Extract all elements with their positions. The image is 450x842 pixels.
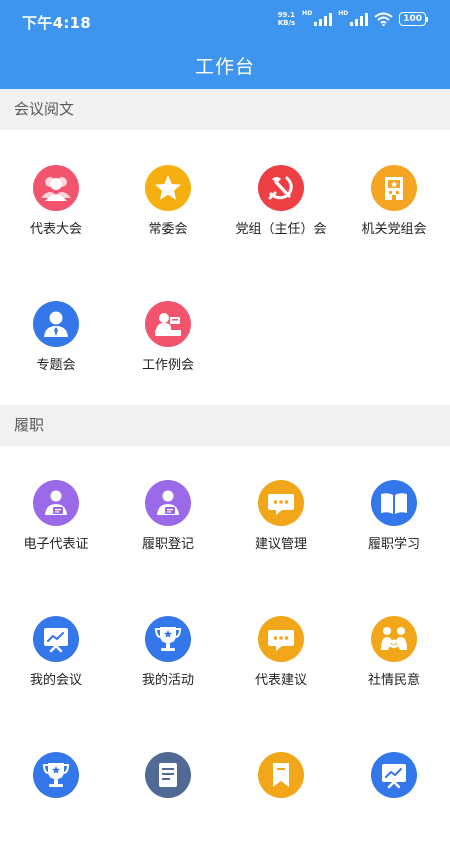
tile-label: 机关党组会 <box>361 222 427 237</box>
document-icon <box>145 752 191 798</box>
tile-label: 社情民意 <box>367 673 420 688</box>
screen-chart-icon <box>33 616 79 662</box>
tile-public-opinion[interactable]: 社情民意 <box>338 616 450 706</box>
tile-my-activities[interactable]: 我的活动 <box>112 616 224 706</box>
presenter-icon <box>145 301 191 347</box>
section-header-meetings: 会议阅文 <box>0 89 450 130</box>
status-icons: 99.1 KB/s HD HD 100 <box>278 9 428 27</box>
hd-badge: HD <box>302 9 313 17</box>
tile-representative-suggestions[interactable]: 代表建议 <box>225 616 337 706</box>
tile-label: 建议管理 <box>254 537 307 552</box>
tile-label: 专题会 <box>36 358 76 373</box>
chat-bubble-icon <box>258 480 304 526</box>
person-tie-icon <box>33 301 79 347</box>
tile-duty-learning[interactable]: 履职学习 <box>338 480 450 570</box>
building-icon <box>371 165 417 211</box>
people-icon <box>33 165 79 211</box>
tile-row3-bookmark[interactable] <box>225 752 337 842</box>
tile-row3-trophy[interactable] <box>0 752 112 842</box>
tile-suggestion-management[interactable]: 建议管理 <box>225 480 337 570</box>
id-card-person-icon <box>33 480 79 526</box>
tile-label: 履职登记 <box>141 537 194 552</box>
tile-representative-congress[interactable]: 代表大会 <box>0 165 112 255</box>
wifi-icon <box>374 12 393 26</box>
tile-work-regular-meeting[interactable]: 工作例会 <box>112 301 224 391</box>
tile-row3-screen[interactable] <box>338 752 450 842</box>
signal-icon-2 <box>350 12 369 26</box>
tile-office-party-meeting[interactable]: 机关党组会 <box>338 165 450 255</box>
party-emblem-icon <box>258 165 304 211</box>
tile-standing-committee[interactable]: 常委会 <box>112 165 224 255</box>
tile-label: 代表建议 <box>254 673 307 688</box>
hd-badge-2: HD <box>338 9 349 17</box>
battery-nub <box>426 16 428 22</box>
tile-label: 常委会 <box>148 222 188 237</box>
bookmark-icon <box>258 752 304 798</box>
tile-label: 代表大会 <box>29 222 82 237</box>
tile-label: 我的活动 <box>141 673 194 688</box>
status-time: 下午4:18 <box>22 14 92 32</box>
tile-label: 电子代表证 <box>23 537 89 552</box>
chat-bubble-icon <box>258 616 304 662</box>
tile-label: 工作例会 <box>141 358 194 373</box>
tile-label: 党组（主任）会 <box>235 222 327 237</box>
network-speed-unit: KB/s <box>277 19 296 27</box>
page-title: 工作台 <box>194 56 255 78</box>
network-speed: 99.1 KB/s <box>278 11 295 27</box>
tile-row3-document[interactable] <box>112 752 224 842</box>
app-header: 下午4:18 99.1 KB/s HD HD 100 工作台 <box>0 0 450 89</box>
tile-e-representative-card[interactable]: 电子代表证 <box>0 480 112 570</box>
tile-my-meetings[interactable]: 我的会议 <box>0 616 112 706</box>
battery-level: 100 <box>399 12 426 26</box>
section-header-duties: 履职 <box>0 405 450 446</box>
trophy-icon <box>33 752 79 798</box>
status-bar: 下午4:18 99.1 KB/s HD HD 100 <box>0 0 450 42</box>
tile-party-group-meeting[interactable]: 党组（主任）会 <box>225 165 337 255</box>
tile-label: 履职学习 <box>367 537 420 552</box>
register-person-icon <box>145 480 191 526</box>
tile-special-meeting[interactable]: 专题会 <box>0 301 112 391</box>
open-book-icon <box>371 480 417 526</box>
battery-indicator: 100 <box>399 12 428 26</box>
family-icon <box>371 616 417 662</box>
trophy-icon <box>145 616 191 662</box>
signal-icon <box>314 12 333 26</box>
tile-duty-registration[interactable]: 履职登记 <box>112 480 224 570</box>
network-speed-value: 99.1 <box>277 11 295 19</box>
screen-chart-icon <box>371 752 417 798</box>
tile-label: 我的会议 <box>29 673 82 688</box>
star-icon <box>145 165 191 211</box>
